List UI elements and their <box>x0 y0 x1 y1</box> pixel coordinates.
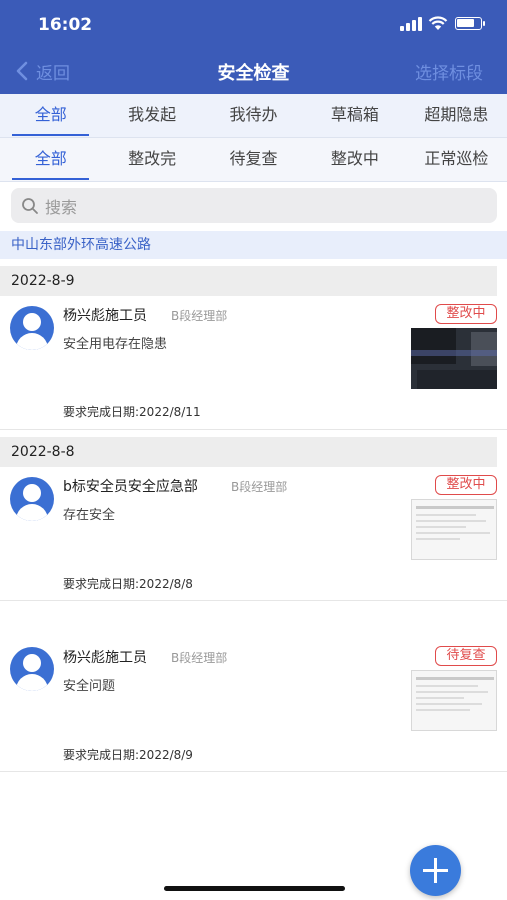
photo-thumbnail[interactable] <box>411 328 497 389</box>
primary-tabs: 全部 我发起 我待办 草稿箱 超期隐患 <box>0 94 507 138</box>
search-icon <box>22 197 38 214</box>
filter-tab-all[interactable]: 全部 <box>0 138 101 181</box>
project-name: 中山东部外环高速公路 <box>0 231 507 259</box>
tab-my-todo[interactable]: 我待办 <box>203 94 304 137</box>
photo-image <box>412 671 496 730</box>
department-label: B段经理部 <box>171 651 228 665</box>
filter-tab-rectified[interactable]: 整改完 <box>101 138 202 181</box>
photo-image <box>411 328 497 389</box>
status-badge: 整改中 <box>435 475 497 495</box>
date-header: 2022-8-8 <box>0 437 497 467</box>
battery-icon <box>455 17 485 30</box>
status-badge: 整改中 <box>435 304 497 324</box>
filter-tab-pending-review[interactable]: 待复查 <box>203 138 304 181</box>
search-placeholder: 搜索 <box>45 197 78 217</box>
date-header: 2022-8-9 <box>0 266 497 296</box>
home-indicator[interactable] <box>164 886 345 891</box>
list-item[interactable]: b标安全员安全应急部 B段经理部 存在安全 要求完成日期:2022/8/8 整改… <box>0 467 507 601</box>
status-time: 16:02 <box>38 15 93 35</box>
filter-tab-routine-patrol[interactable]: 正常巡检 <box>406 138 507 181</box>
inspector-name: 杨兴彪施工员 <box>63 650 147 666</box>
tab-all[interactable]: 全部 <box>0 94 101 137</box>
wifi-icon <box>428 16 448 30</box>
issue-description: 安全问题 <box>63 679 116 694</box>
due-date: 要求完成日期:2022/8/9 <box>63 748 193 762</box>
inspector-name: b标安全员安全应急部 <box>63 479 198 495</box>
select-section-button[interactable]: 选择标段 <box>415 59 483 84</box>
add-inspection-button[interactable] <box>410 845 461 896</box>
signal-icon <box>400 17 422 31</box>
department-label: B段经理部 <box>171 309 228 323</box>
tab-overdue-hazards[interactable]: 超期隐患 <box>406 94 507 137</box>
photo-thumbnail[interactable] <box>411 499 497 560</box>
status-badge: 待复查 <box>435 646 497 666</box>
search-input[interactable]: 搜索 <box>11 188 497 223</box>
status-bar: 16:02 <box>0 0 507 48</box>
nav-bar: 返回 安全检查 选择标段 <box>0 48 507 94</box>
status-filter-tabs: 全部 整改完 待复查 整改中 正常巡检 <box>0 138 507 182</box>
tab-drafts[interactable]: 草稿箱 <box>304 94 405 137</box>
user-avatar-icon <box>10 647 54 691</box>
due-date: 要求完成日期:2022/8/8 <box>63 577 193 591</box>
user-avatar-icon <box>10 477 54 521</box>
chevron-left-icon <box>16 61 28 81</box>
list-item[interactable]: 杨兴彪施工员 B段经理部 安全问题 要求完成日期:2022/8/9 待复查 <box>0 601 507 772</box>
photo-image <box>412 500 496 559</box>
user-avatar-icon <box>10 306 54 350</box>
app-header: 16:02 返回 安全检查 选择标段 <box>0 0 507 94</box>
tab-initiated-by-me[interactable]: 我发起 <box>101 94 202 137</box>
due-date: 要求完成日期:2022/8/11 <box>63 405 201 419</box>
issue-description: 安全用电存在隐患 <box>63 337 168 352</box>
issue-description: 存在安全 <box>63 508 116 523</box>
photo-thumbnail[interactable] <box>411 670 497 731</box>
list-item[interactable]: 杨兴彪施工员 B段经理部 安全用电存在隐患 要求完成日期:2022/8/11 整… <box>0 296 507 430</box>
back-button[interactable]: 返回 <box>16 59 70 84</box>
filter-tab-rectifying[interactable]: 整改中 <box>304 138 405 181</box>
inspector-name: 杨兴彪施工员 <box>63 308 147 324</box>
department-label: B段经理部 <box>231 480 288 494</box>
back-label: 返回 <box>36 63 70 84</box>
